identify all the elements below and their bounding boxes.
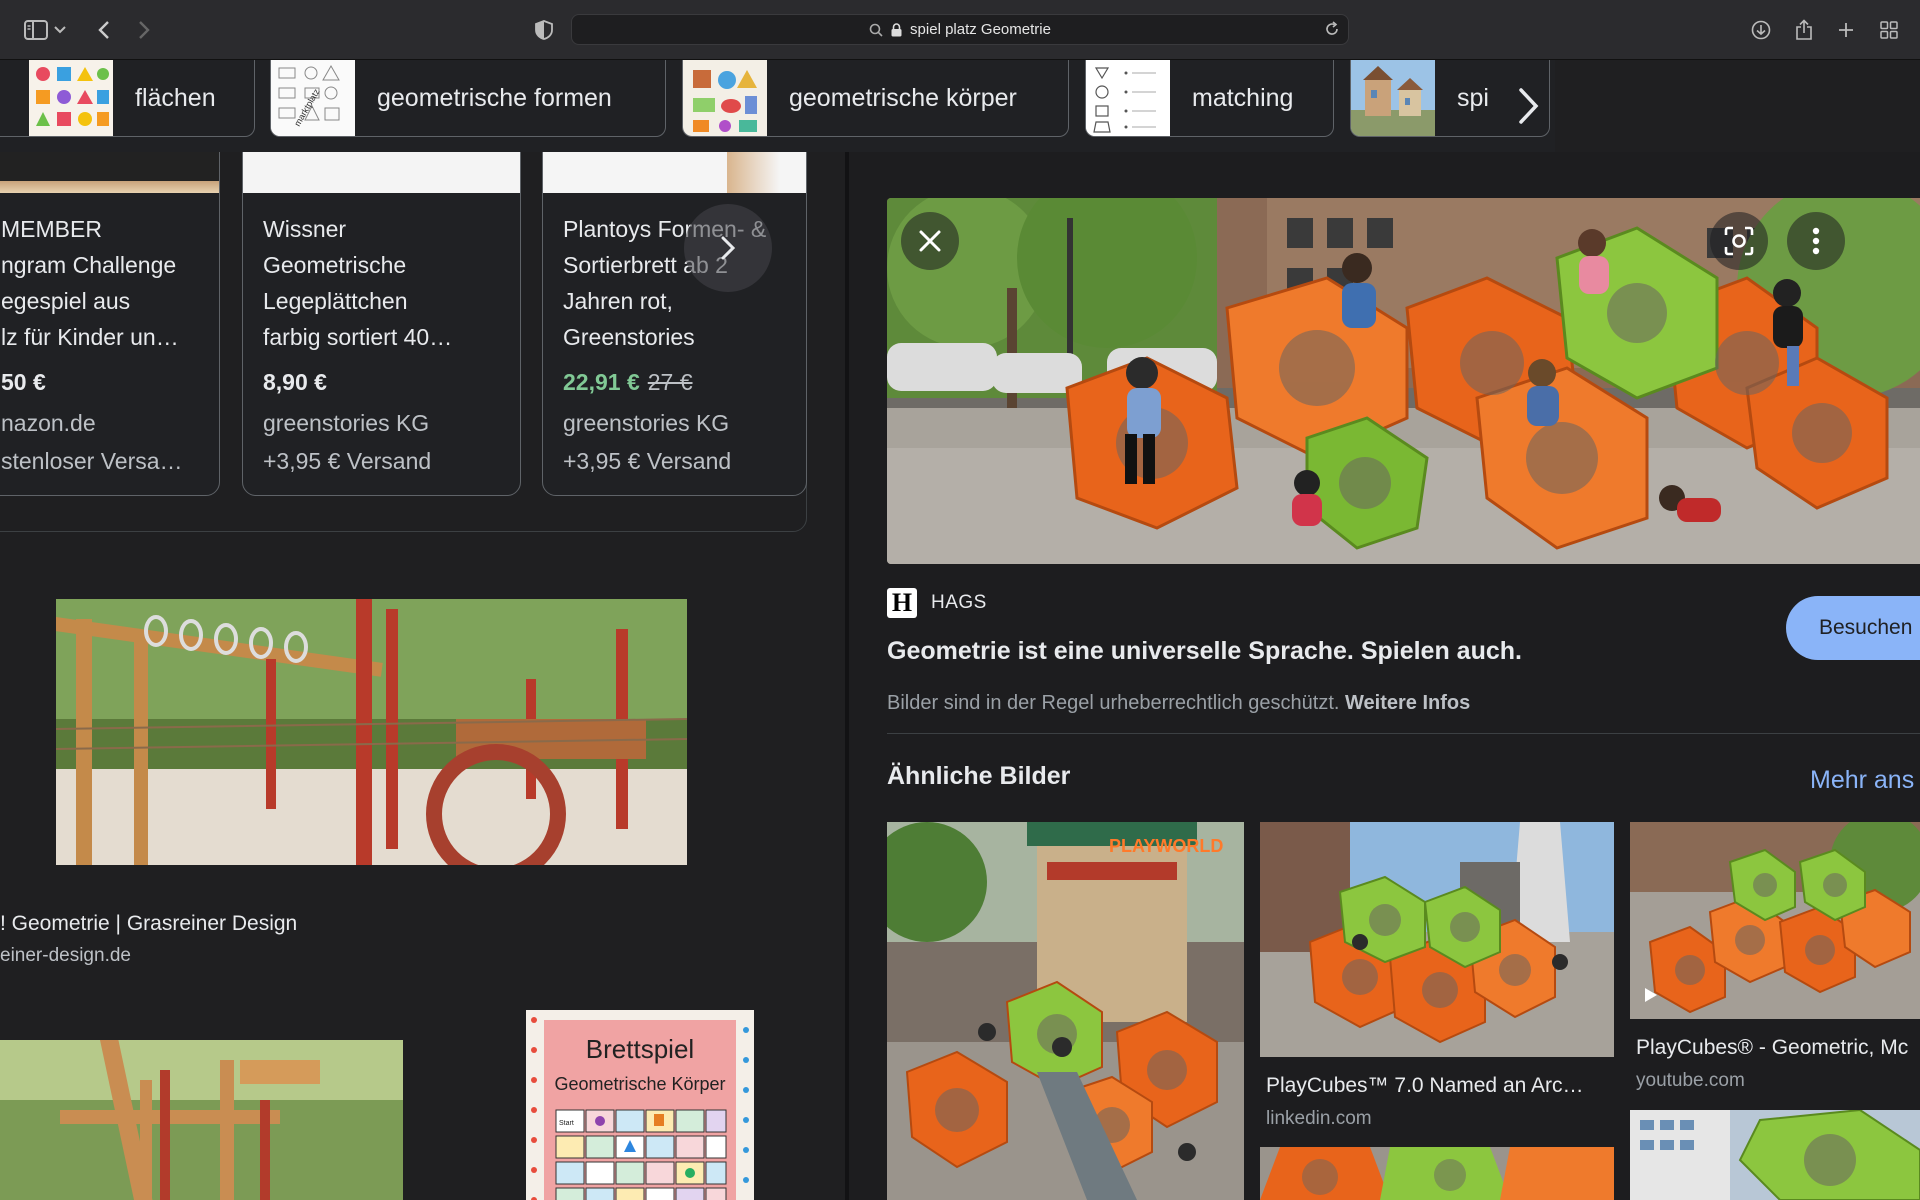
chip-geometrische-formen[interactable]: marktplatz geometrische formen bbox=[270, 60, 666, 137]
chevron-right-icon bbox=[1519, 88, 1539, 124]
similar-image[interactable] bbox=[1260, 1147, 1614, 1200]
preview-title[interactable]: Geometrie ist eine universelle Sprache. … bbox=[887, 637, 1522, 666]
forward-icon[interactable] bbox=[128, 14, 160, 46]
similar-image[interactable] bbox=[1630, 822, 1920, 1019]
product-title-line: farbig sortiert 40… bbox=[263, 324, 453, 350]
hags-logo: H bbox=[887, 588, 917, 618]
sidebar-icon[interactable] bbox=[20, 14, 52, 46]
product-shipping: +3,95 € Versand bbox=[263, 448, 432, 474]
search-icon bbox=[869, 23, 883, 37]
new-tab-icon[interactable] bbox=[1830, 14, 1862, 46]
product-seller: greenstories KG bbox=[563, 410, 730, 436]
product-title-line: Wissner bbox=[263, 216, 347, 242]
result-image-wooden-structure[interactable] bbox=[0, 1040, 403, 1200]
product-price: 8,90 € bbox=[263, 369, 327, 395]
image-preview-panel: H HAGS Besuchen Geometrie ist eine unive… bbox=[849, 152, 1920, 1200]
preview-source[interactable]: H HAGS bbox=[887, 588, 987, 618]
chip-label: geometrische formen bbox=[377, 83, 612, 112]
download-icon[interactable] bbox=[1745, 14, 1777, 46]
chevron-right-icon bbox=[721, 236, 736, 260]
browser-toolbar: spiel platz Geometrie bbox=[0, 0, 1920, 60]
close-preview-button[interactable] bbox=[901, 212, 959, 270]
chip-thumbnail bbox=[1086, 60, 1170, 136]
more-options-button[interactable] bbox=[1787, 212, 1845, 270]
copyright-text: Bilder sind in der Regel urheberrechtlic… bbox=[887, 692, 1340, 714]
product-title-line: Geometrische bbox=[263, 252, 407, 278]
more-info-link[interactable]: Weitere Infos bbox=[1345, 692, 1470, 714]
panel-separator bbox=[887, 733, 1920, 734]
board-game-start-label: Start bbox=[559, 1120, 574, 1127]
chip-geometrische-koerper[interactable]: geometrische körper bbox=[682, 60, 1069, 137]
search-results: MEMBER ngram Challenge egespiel aus lz f… bbox=[0, 152, 845, 1200]
chips-next-button[interactable] bbox=[1488, 60, 1555, 152]
product-title-line: egespiel aus bbox=[1, 288, 131, 314]
product-sale-price: 22,91 € bbox=[563, 369, 640, 395]
result-source[interactable]: einer-design.de bbox=[0, 945, 131, 967]
address-bar[interactable]: spiel platz Geometrie bbox=[571, 14, 1349, 45]
back-icon[interactable] bbox=[88, 14, 120, 46]
result-image-wooden-playground[interactable] bbox=[56, 599, 687, 865]
chip-matching[interactable]: matching bbox=[1085, 60, 1334, 137]
product-card[interactable]: Wissner Geometrische Legeplättchen farbi… bbox=[242, 152, 521, 496]
result-title[interactable]: ! Geometrie | Grasreiner Design bbox=[0, 912, 297, 936]
lock-icon bbox=[891, 22, 902, 36]
product-title-line: Greenstories bbox=[563, 324, 695, 350]
chip-thumbnail bbox=[1351, 60, 1435, 136]
product-image bbox=[543, 152, 806, 193]
similar-image[interactable] bbox=[1260, 822, 1614, 1057]
more-similar-link[interactable]: Mehr ans bbox=[1810, 766, 1914, 795]
tab-overview-icon[interactable] bbox=[1873, 14, 1905, 46]
product-title-line: ngram Challenge bbox=[1, 252, 177, 278]
chip-thumbnail bbox=[683, 60, 767, 136]
chip-flaechen[interactable]: flächen bbox=[0, 60, 255, 137]
reload-icon[interactable] bbox=[1324, 21, 1340, 41]
close-icon bbox=[919, 230, 941, 252]
chip-thumbnail bbox=[29, 60, 113, 136]
related-search-chips: flächen marktplatz geometrische formen g… bbox=[0, 60, 1555, 152]
play-icon bbox=[1636, 980, 1666, 1010]
chip-label: geometrische körper bbox=[789, 83, 1017, 112]
board-game-title: Brettspiel bbox=[586, 1034, 694, 1064]
privacy-shield-icon[interactable] bbox=[528, 14, 560, 46]
product-title-line: MEMBER bbox=[1, 216, 102, 242]
product-title-line: Jahren rot, bbox=[563, 288, 673, 314]
lens-search-button[interactable] bbox=[1710, 212, 1768, 270]
product-title-line: lz für Kinder un… bbox=[1, 324, 179, 350]
lens-icon bbox=[1724, 226, 1754, 256]
product-title-line: Legeplättchen bbox=[263, 288, 408, 314]
address-text: spiel platz Geometrie bbox=[910, 21, 1051, 38]
product-image bbox=[0, 152, 219, 193]
similar-caption[interactable]: PlayCubes™ 7.0 Named an Arc… bbox=[1266, 1074, 1583, 1098]
similar-source[interactable]: youtube.com bbox=[1636, 1070, 1745, 1092]
product-seller: nazon.de bbox=[1, 410, 96, 436]
chip-label: matching bbox=[1192, 83, 1294, 112]
board-game-subtitle: Geometrische Körper bbox=[554, 1074, 725, 1094]
source-name: HAGS bbox=[931, 592, 987, 613]
product-price: 50 € bbox=[1, 369, 46, 395]
chevron-down-icon[interactable] bbox=[50, 14, 70, 46]
copyright-notice: Bilder sind in der Regel urheberrechtlic… bbox=[887, 692, 1470, 715]
similar-images-heading: Ähnliche Bilder bbox=[887, 762, 1071, 790]
product-shipping: +3,95 € Versand bbox=[563, 448, 732, 474]
similar-image[interactable]: PLAYWORLD bbox=[887, 822, 1244, 1200]
shopping-next-button[interactable] bbox=[684, 204, 772, 292]
product-image bbox=[243, 152, 520, 193]
chip-thumbnail: marktplatz bbox=[271, 60, 355, 136]
product-old-price: 27 € bbox=[647, 369, 693, 395]
product-seller: greenstories KG bbox=[263, 410, 430, 436]
share-icon[interactable] bbox=[1788, 14, 1820, 46]
playworld-sign: PLAYWORLD bbox=[1109, 836, 1223, 856]
similar-image[interactable] bbox=[1630, 1110, 1920, 1200]
product-card[interactable]: Plantoys Formen- & Sortierbrett ab 2 Jah… bbox=[542, 152, 807, 496]
chip-label: flächen bbox=[135, 83, 216, 112]
similar-caption[interactable]: PlayCubes® - Geometric, Mc bbox=[1636, 1036, 1908, 1060]
result-image-board-game[interactable]: Brettspiel Geometrische Körper Start bbox=[526, 1010, 754, 1200]
visit-button[interactable]: Besuchen bbox=[1786, 596, 1920, 660]
preview-image[interactable] bbox=[887, 198, 1920, 564]
similar-source[interactable]: linkedin.com bbox=[1266, 1108, 1372, 1130]
product-shipping: stenloser Versa… bbox=[1, 448, 183, 474]
more-vert-icon bbox=[1812, 227, 1820, 255]
product-card[interactable]: MEMBER ngram Challenge egespiel aus lz f… bbox=[0, 152, 220, 496]
